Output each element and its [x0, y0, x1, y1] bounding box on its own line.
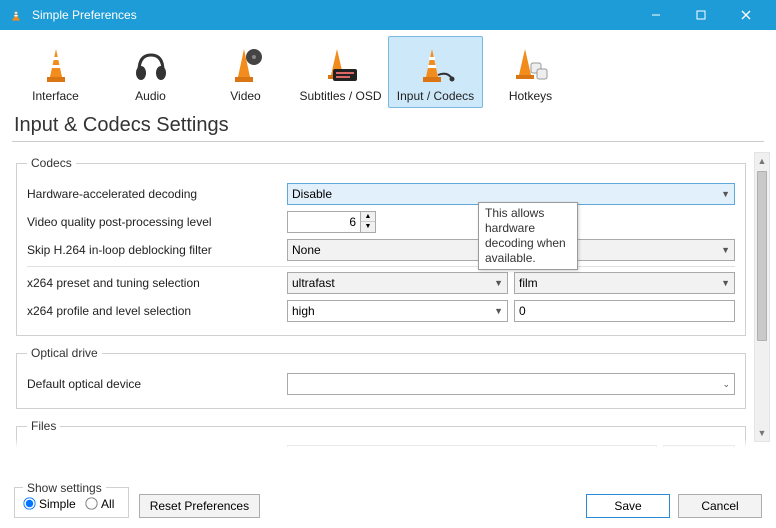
title-bar: Simple Preferences: [0, 0, 776, 30]
maximize-button[interactable]: [678, 0, 723, 30]
scroll-up-button[interactable]: ▲: [755, 153, 769, 169]
skip-deblocking-label: Skip H.264 in-loop deblocking filter: [27, 243, 287, 257]
combo-value: film: [519, 276, 538, 290]
tooltip: This allows hardware decoding when avail…: [478, 202, 578, 270]
reset-preferences-button[interactable]: Reset Preferences: [139, 494, 260, 518]
group-legend: Optical drive: [27, 346, 102, 360]
tab-hotkeys[interactable]: Hotkeys: [483, 36, 578, 108]
spin-value[interactable]: [288, 212, 360, 232]
cone-osd-icon: [296, 43, 385, 87]
combo-value: high: [292, 304, 315, 318]
tab-label: Interface: [11, 89, 100, 103]
group-optical: Optical drive Default optical device ⌄: [16, 346, 746, 409]
x264-profile-label: x264 profile and level selection: [27, 304, 287, 318]
x264-preset-combo[interactable]: ultrafast ▼: [287, 272, 508, 294]
chevron-down-icon: ⌄: [722, 379, 730, 390]
page-title: Input & Codecs Settings: [0, 108, 776, 141]
category-tabs: Interface Audio Video Subtitles / OSD In…: [0, 30, 776, 108]
hw-decoding-label: Hardware-accelerated decoding: [27, 187, 287, 201]
show-settings-legend: Show settings: [23, 481, 106, 495]
x264-level-input[interactable]: [514, 300, 735, 322]
cone-icon: [11, 43, 100, 87]
headphones-icon: [106, 43, 195, 87]
radio-all[interactable]: All: [85, 497, 114, 511]
optical-device-combo[interactable]: ⌄: [287, 373, 735, 395]
chevron-down-icon: ▼: [721, 189, 730, 199]
tab-label: Input / Codecs: [391, 89, 480, 103]
window-title: Simple Preferences: [32, 8, 633, 22]
post-processing-spin[interactable]: ▲ ▼: [287, 211, 376, 233]
tooltip-text: This allows hardware decoding when avail…: [485, 206, 566, 265]
fade-overlay: [0, 438, 748, 448]
post-processing-label: Video quality post-processing level: [27, 215, 287, 229]
save-button[interactable]: Save: [586, 494, 670, 518]
tab-audio[interactable]: Audio: [103, 36, 198, 108]
group-legend: Codecs: [27, 156, 76, 170]
divider: [12, 141, 764, 142]
vlc-cone-icon: [8, 7, 24, 23]
combo-value: Disable: [292, 187, 332, 201]
tab-subtitles[interactable]: Subtitles / OSD: [293, 36, 388, 108]
close-button[interactable]: [723, 0, 768, 30]
group-codecs: Codecs Hardware-accelerated decoding Dis…: [16, 156, 746, 336]
tab-label: Subtitles / OSD: [296, 89, 385, 103]
cancel-button[interactable]: Cancel: [678, 494, 762, 518]
x264-preset-label: x264 preset and tuning selection: [27, 276, 287, 290]
tab-label: Audio: [106, 89, 195, 103]
chevron-down-icon: ▼: [494, 306, 503, 316]
spin-down-button[interactable]: ▼: [361, 222, 375, 232]
chevron-down-icon: ▼: [721, 245, 730, 255]
cone-cable-icon: [391, 43, 480, 87]
bottom-bar: Show settings Simple All Reset Preferenc…: [0, 476, 776, 528]
tab-label: Hotkeys: [486, 89, 575, 103]
x264-profile-combo[interactable]: high ▼: [287, 300, 508, 322]
radio-simple[interactable]: Simple: [23, 497, 76, 511]
scroll-down-button[interactable]: ▼: [755, 425, 769, 441]
optical-device-label: Default optical device: [27, 377, 287, 391]
combo-value: None: [292, 243, 321, 257]
tab-interface[interactable]: Interface: [8, 36, 103, 108]
chevron-down-icon: ▼: [721, 278, 730, 288]
tab-label: Video: [201, 89, 290, 103]
cone-keys-icon: [486, 43, 575, 87]
spin-up-button[interactable]: ▲: [361, 212, 375, 222]
combo-value: ultrafast: [292, 276, 335, 290]
vertical-scrollbar[interactable]: ▲ ▼: [754, 152, 770, 442]
scroll-thumb[interactable]: [757, 171, 767, 341]
chevron-down-icon: ▼: [494, 278, 503, 288]
show-settings-group: Show settings Simple All: [14, 481, 129, 519]
x264-tuning-combo[interactable]: film ▼: [514, 272, 735, 294]
tab-video[interactable]: Video: [198, 36, 293, 108]
group-legend: Files: [27, 419, 60, 433]
cone-reel-icon: [201, 43, 290, 87]
settings-scroll-area: Codecs Hardware-accelerated decoding Dis…: [14, 146, 748, 448]
minimize-button[interactable]: [633, 0, 678, 30]
tab-input-codecs[interactable]: Input / Codecs: [388, 36, 483, 108]
divider: [27, 266, 735, 267]
